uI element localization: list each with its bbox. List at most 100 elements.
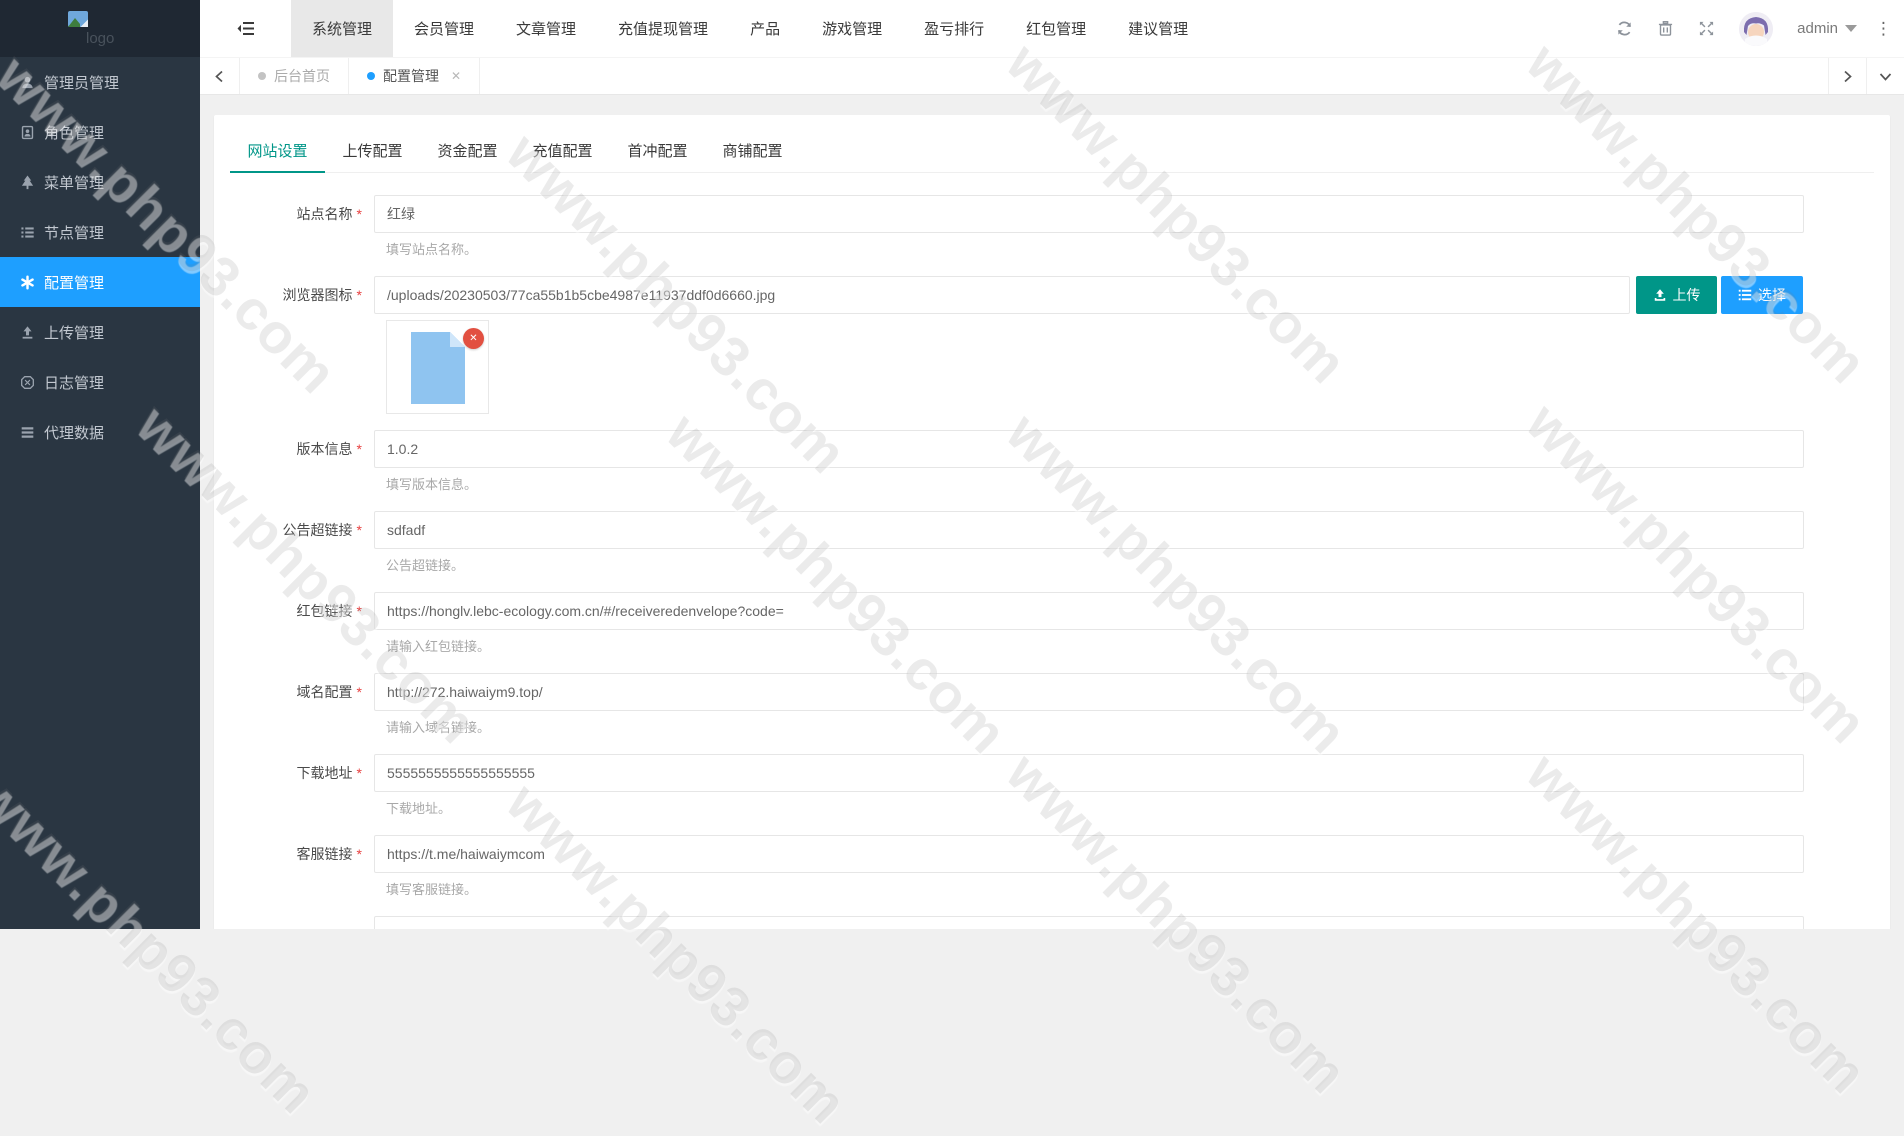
list-icon [1738,288,1752,302]
tab-shop-config[interactable]: 商铺配置 [705,140,800,172]
field-help: 填写站点名称。 [386,241,1874,258]
select-button-label: 选择 [1758,285,1786,305]
user-icon [20,75,35,90]
nav-tab-articles[interactable]: 文章管理 [495,0,597,57]
field-label: 浏览器图标 [230,276,374,314]
tabs-bar-right [1828,58,1904,94]
sidebar-item-label: 节点管理 [44,222,104,243]
more-menu-icon[interactable]: ⋮ [1875,19,1892,39]
domain-config-input[interactable] [374,673,1804,711]
user-menu[interactable]: admin [1797,20,1857,37]
nav-tab-members[interactable]: 会员管理 [393,0,495,57]
sidebar-item-label: 菜单管理 [44,172,104,193]
top-header: 系统管理 会员管理 文章管理 充值提现管理 产品 游戏管理 盈亏排行 红包管理 … [200,0,1904,57]
chevron-down-icon [1845,25,1857,32]
nav-tab-redpacket[interactable]: 红包管理 [1005,0,1107,57]
select-button[interactable]: 选择 [1721,276,1803,314]
remove-image-icon[interactable]: ✕ [463,328,484,349]
page-tab-label: 配置管理 [383,66,439,86]
page-tab-config[interactable]: 配置管理 ✕ [349,58,480,94]
field-support-link: 客服链接 填写客服链接。 [230,835,1874,898]
field-partial-bottom [230,916,1874,929]
tab-status-dot [258,72,266,80]
collapse-menu-icon[interactable] [200,0,291,57]
logo-text: logo [86,30,114,47]
sidebar: logo 管理员管理 角色管理 菜单管理 节点管理 配置管理 上传管理 [0,0,200,929]
config-card: 网站设置 上传配置 资金配置 充值配置 首冲配置 商铺配置 站点名称 填写站点名… [214,115,1890,929]
nav-tab-suggestions[interactable]: 建议管理 [1107,0,1209,57]
config-tabs: 网站设置 上传配置 资金配置 充值配置 首冲配置 商铺配置 [230,115,1874,173]
support-link-input[interactable] [374,835,1804,873]
field-help: 下载地址。 [386,800,1874,817]
username: admin [1797,20,1838,37]
nav-tab-recharge-withdraw[interactable]: 充值提现管理 [597,0,729,57]
field-redpacket-link: 红包链接 请输入红包链接。 [230,592,1874,655]
browser-icon-input[interactable] [374,276,1630,314]
field-announcement-link: 公告超链接 公告超链接。 [230,511,1874,574]
sidebar-item-label: 管理员管理 [44,72,119,93]
field-label: 客服链接 [230,835,374,873]
log-octagon-icon [20,375,35,390]
refresh-icon[interactable] [1616,20,1633,37]
upload-button[interactable]: 上传 [1636,276,1717,314]
sidebar-item-label: 代理数据 [44,422,104,443]
redpacket-link-input[interactable] [374,592,1804,630]
tab-status-dot [367,72,375,80]
partial-bottom-input[interactable] [374,916,1804,929]
tab-upload-config[interactable]: 上传配置 [325,140,420,172]
trash-icon[interactable] [1657,20,1674,37]
field-label: 红包链接 [230,592,374,630]
fullscreen-icon[interactable] [1698,20,1715,37]
sidebar-item-agent-data[interactable]: 代理数据 [0,407,200,457]
asterisk-gear-icon [20,275,35,290]
tree-icon [20,175,35,190]
icon-preview-thumbnail: ✕ [386,320,489,414]
tabs-more-dropdown-icon[interactable] [1866,58,1904,94]
field-help: 请输入红包链接。 [386,638,1874,655]
field-domain-config: 域名配置 请输入域名链接。 [230,673,1874,736]
sidebar-item-upload[interactable]: 上传管理 [0,307,200,357]
sidebar-item-nodes[interactable]: 节点管理 [0,207,200,257]
nav-tab-games[interactable]: 游戏管理 [801,0,903,57]
tab-first-charge-config[interactable]: 首冲配置 [610,140,705,172]
tab-recharge-config[interactable]: 充值配置 [515,140,610,172]
nav-tab-pnl-ranking[interactable]: 盈亏排行 [903,0,1005,57]
sidebar-item-admins[interactable]: 管理员管理 [0,57,200,107]
sidebar-item-menus[interactable]: 菜单管理 [0,157,200,207]
announcement-link-input[interactable] [374,511,1804,549]
avatar[interactable] [1739,12,1773,46]
field-label: 下载地址 [230,754,374,792]
tab-site-settings[interactable]: 网站设置 [230,140,325,172]
page-tab-home[interactable]: 后台首页 [240,58,349,94]
nav-tab-system[interactable]: 系统管理 [291,0,393,57]
field-site-name: 站点名称 填写站点名称。 [230,195,1874,258]
field-version: 版本信息 填写版本信息。 [230,430,1874,493]
tabs-scroll-right-icon[interactable] [1828,58,1866,94]
logo-area: logo [0,0,200,57]
download-url-input[interactable] [374,754,1804,792]
logo-image-icon [68,11,88,28]
upload-icon [1653,288,1667,302]
tab-funds-config[interactable]: 资金配置 [420,140,515,172]
close-tab-icon[interactable]: ✕ [451,69,461,83]
field-help: 公告超链接。 [386,557,1874,574]
nav-tab-products[interactable]: 产品 [729,0,801,57]
field-label: 公告超链接 [230,511,374,549]
field-label: 域名配置 [230,673,374,711]
broken-image-placeholder-icon [411,332,465,404]
sidebar-item-logs[interactable]: 日志管理 [0,357,200,407]
upload-button-label: 上传 [1673,285,1701,305]
header-actions: admin ⋮ [1616,0,1904,57]
field-browser-icon: 浏览器图标 上传 选择 ✕ [230,276,1874,414]
sidebar-item-label: 日志管理 [44,372,104,393]
main-content: 网站设置 上传配置 资金配置 充值配置 首冲配置 商铺配置 站点名称 填写站点名… [200,95,1904,929]
list-icon [20,225,35,240]
page-tabs-bar: 后台首页 配置管理 ✕ [200,57,1904,95]
tabs-scroll-left-icon[interactable] [200,58,240,94]
sidebar-item-config[interactable]: 配置管理 [0,257,200,307]
site-name-input[interactable] [374,195,1804,233]
upload-arrow-icon [20,325,35,340]
page-tab-label: 后台首页 [274,66,330,86]
sidebar-item-roles[interactable]: 角色管理 [0,107,200,157]
version-input[interactable] [374,430,1804,468]
